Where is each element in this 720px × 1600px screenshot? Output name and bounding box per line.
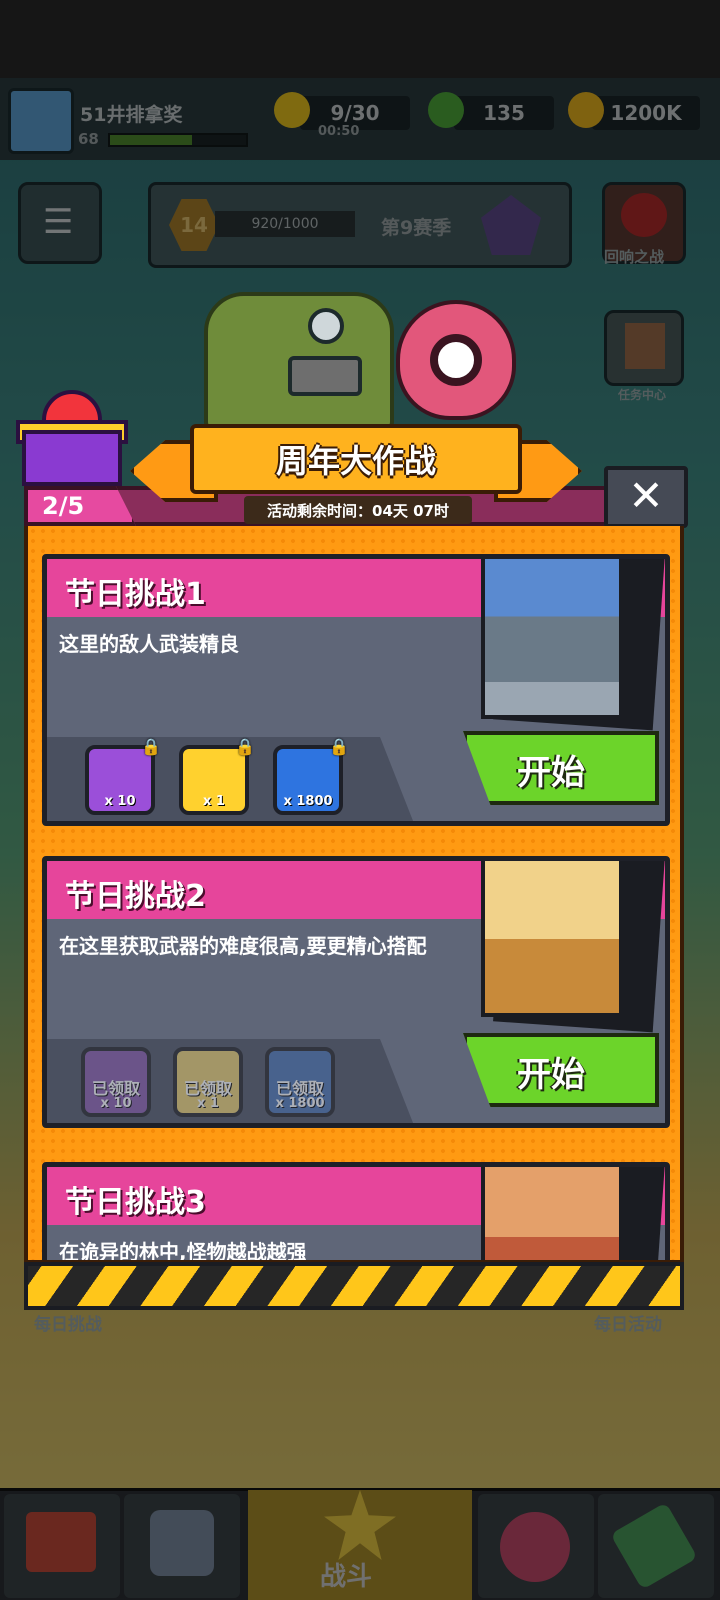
level-thumbnail — [481, 559, 623, 719]
challenge-desc: 这里的敌人武装精良 — [59, 632, 239, 656]
reward-flame[interactable]: 🔒 x 1800 — [273, 737, 349, 815]
reward-qty: x 1800 — [275, 1096, 325, 1111]
reward-key: 已领取 x 1 — [173, 1047, 243, 1117]
reward-medkit: 已领取 x 10 — [81, 1047, 151, 1117]
flower-monster-art — [396, 300, 516, 420]
lock-icon: 🔒 — [235, 737, 255, 756]
lock-icon: 🔒 — [141, 737, 161, 756]
reward-qty: x 1 — [203, 794, 225, 809]
reward-qty: x 1800 — [283, 794, 333, 809]
level-thumbnail — [481, 1167, 623, 1260]
zombie-brute-art — [204, 292, 394, 432]
reward-qty: x 10 — [104, 794, 136, 809]
reward-key[interactable]: 🔒 x 1 — [179, 737, 255, 815]
event-progress: 2/5 — [42, 492, 85, 520]
gift-box-icon[interactable] — [14, 390, 128, 486]
challenge-title: 节日挑战2 — [65, 879, 206, 914]
level-thumbnail — [481, 861, 623, 1017]
reward-flame: 已领取 x 1800 — [265, 1047, 335, 1117]
challenge-title: 节日挑战3 — [65, 1185, 206, 1220]
reward-qty: x 10 — [100, 1096, 132, 1111]
reward-medkit[interactable]: 🔒 x 10 — [85, 737, 161, 815]
hazard-stripe-footer — [24, 1262, 684, 1310]
reward-qty: x 1 — [197, 1096, 219, 1111]
lock-icon: 🔒 — [329, 737, 349, 756]
challenge-title: 节日挑战1 — [65, 577, 206, 612]
game-screen: 51井排拿奖 68 9/30 00:50 135 1200K ☰ 14 920/… — [0, 0, 720, 1600]
close-button[interactable]: ✕ — [604, 466, 688, 528]
start-button-label: 开始 — [517, 1055, 585, 1095]
close-icon: ✕ — [628, 471, 664, 520]
challenge-list[interactable]: 节日挑战1 这里的敌人武装精良 🔒 x 10 🔒 x 1 🔒 x 1800 开始 — [24, 526, 684, 1264]
start-button-label: 开始 — [517, 753, 585, 793]
challenge-card-3: 节日挑战3 在诡异的林中,怪物越战越强 — [42, 1162, 670, 1264]
event-timer: 活动剩余时间：04天 07时 — [267, 502, 449, 520]
challenge-desc: 在这里获取武器的难度很高,要更精心搭配 — [59, 934, 427, 958]
challenge-card-2: 节日挑战2 在这里获取武器的难度很高,要更精心搭配 已领取 x 10 已领取 x… — [42, 856, 670, 1128]
status-bar — [0, 0, 720, 78]
challenge-card-1: 节日挑战1 这里的敌人武装精良 🔒 x 10 🔒 x 1 🔒 x 1800 开始 — [42, 554, 670, 826]
challenge-desc: 在诡异的林中,怪物越战越强 — [59, 1240, 307, 1264]
event-title: 周年大作战 — [275, 442, 436, 480]
